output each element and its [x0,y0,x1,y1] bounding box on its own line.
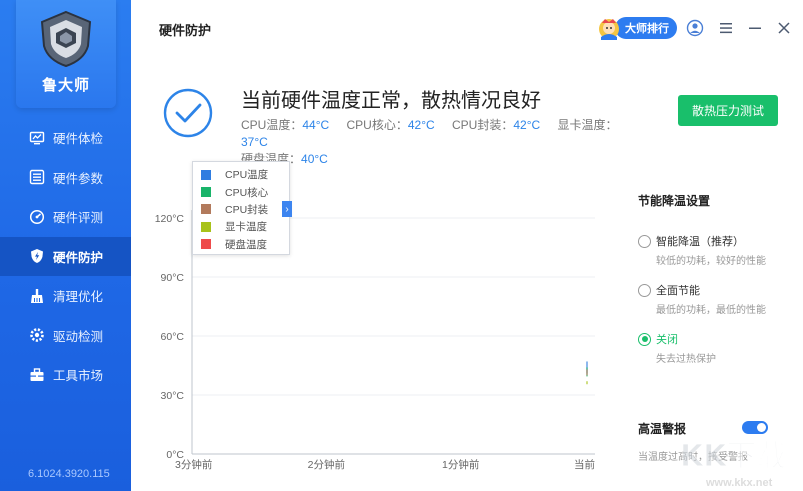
sidebar-item-tool-market[interactable]: 工具市场 [0,355,131,395]
status-headline: 当前硬件温度正常，散热情况良好 [241,90,541,112]
sidebar-nav: 硬件体检 硬件参数 硬件评测 硬件防护 清理优化 驱动检测 工具市场 [0,118,131,395]
legend-item-disk-temp[interactable]: 硬盘温度 [201,236,289,253]
sidebar-item-label: 硬件体检 [53,132,104,147]
sidebar-item-label: 硬件评测 [53,211,104,226]
legend-swatch [201,187,211,198]
close-icon[interactable] [775,19,793,37]
chart-legend: CPU温度 CPU核心 CPU封装 显卡温度 硬盘温度 [192,161,290,255]
toolbox-icon [29,367,45,383]
shield-bolt-icon [29,248,45,264]
option-full-power-saving[interactable]: 全面节能 最低的功耗，最低的性能 [638,282,788,316]
sidebar-item-hardware-protection[interactable]: 硬件防护 [0,236,131,276]
legend-swatch [201,239,211,250]
option-label: 全面节能 [656,285,700,297]
gpu-temp-value: 37°C [241,135,268,149]
option-row: 智能降温（推荐） [638,233,788,249]
x-tick-label: 2分钟前 [308,458,345,471]
y-tick-label: 30°C [161,390,185,402]
cpu-temp-label: CPU温度： [241,118,303,132]
x-tick-label: 3分钟前 [175,458,212,471]
legend-swatch [201,169,211,180]
broom-icon [29,288,45,304]
legend-label: CPU封装 [225,203,269,216]
sidebar-item-label: 硬件参数 [53,171,104,186]
option-description: 失去过热保护 [656,354,716,365]
brand-name: 鲁大师 [41,77,90,94]
legend-swatch [201,204,211,215]
master-avatar-icon [599,19,619,40]
sidebar-item-label: 硬件防护 [53,250,104,265]
legend-item-cpu-temp[interactable]: CPU温度 [201,166,289,183]
sidebar-item-cleanup[interactable]: 清理优化 [0,276,131,316]
status-ok-icon [163,88,213,138]
gear-icon [29,327,45,343]
svg-text:KK下载: KK下载 [680,439,787,474]
y-tick-label: 90°C [161,272,185,284]
sidebar-item-label: 清理优化 [53,290,104,305]
legend-label: CPU核心 [225,186,269,199]
cpu-core-label: CPU核心： [346,118,408,132]
version-label: 6.1024.3920.115 [28,468,110,480]
master-ranking-button[interactable]: 大师排行 [597,16,677,40]
legend-label: 显卡温度 [225,221,267,234]
y-tick-label: 120°C [155,213,185,225]
option-row: 全面节能 [638,282,788,298]
option-off[interactable]: 关闭 失去过热保护 [638,331,788,365]
cooling-settings-title: 节能降温设置 [638,194,711,208]
logo: 鲁大师 [16,0,116,108]
legend-collapse-button[interactable]: › [282,201,292,217]
option-label: 智能降温（推荐） [656,236,744,248]
menu-icon[interactable] [717,19,735,37]
legend-item-cpu-package[interactable]: CPU封装 [201,201,289,218]
thermal-stress-test-button[interactable]: 散热压力测试 [678,95,778,126]
sidebar-item-hardware-params[interactable]: 硬件参数 [0,158,131,198]
list-icon [29,169,45,185]
option-description: 较低的功耗，较好的性能 [656,256,766,267]
minimize-icon[interactable] [746,19,764,37]
sidebar: 鲁大师 硬件体检 硬件参数 硬件评测 硬件防护 清理优化 驱动检测 工具市场 6… [0,0,131,491]
legend-item-cpu-core[interactable]: CPU核心 [201,183,289,200]
sidebar-item-hardware-benchmark[interactable]: 硬件评测 [0,197,131,237]
legend-item-gpu-temp[interactable]: 显卡温度 [201,218,289,235]
cpu-temp-value: 44°C [302,118,330,132]
radio-button[interactable] [638,234,651,248]
watermark-url: www.kkx.net [706,477,773,489]
gpu-temp-label: 显卡温度： [557,118,618,132]
sidebar-item-label: 工具市场 [53,369,104,384]
legend-label: 硬盘温度 [225,238,267,251]
sidebar-item-driver-check[interactable]: 驱动检测 [0,316,131,356]
cpu-core-value: 42°C [407,118,435,132]
sidebar-item-label: 驱动检测 [53,329,104,344]
cpu-package-label: CPU封装： [452,118,514,132]
x-tick-label: 1分钟前 [442,458,479,471]
master-ranking-label: 大师排行 [615,17,677,39]
radio-button[interactable] [638,283,651,297]
legend-label: CPU温度 [225,169,269,182]
sidebar-item-hardware-checkup[interactable]: 硬件体检 [0,118,131,158]
option-row: 关闭 [638,331,788,347]
monitor-icon [29,130,45,146]
x-tick-label: 当前 [574,458,595,471]
y-tick-label: 60°C [161,331,185,343]
legend-swatch [201,221,211,232]
gauge-icon [29,209,45,225]
option-smart-cooling[interactable]: 智能降温（推荐） 较低的功耗，较好的性能 [638,233,788,267]
user-icon[interactable] [686,19,704,37]
shield-logo-icon [40,10,92,68]
option-description: 最低的功耗，最低的性能 [656,305,766,316]
page-title: 硬件防护 [159,23,212,38]
option-label: 关闭 [656,334,678,346]
cpu-package-value: 42°C [513,118,541,132]
radio-button-selected[interactable] [638,332,651,346]
